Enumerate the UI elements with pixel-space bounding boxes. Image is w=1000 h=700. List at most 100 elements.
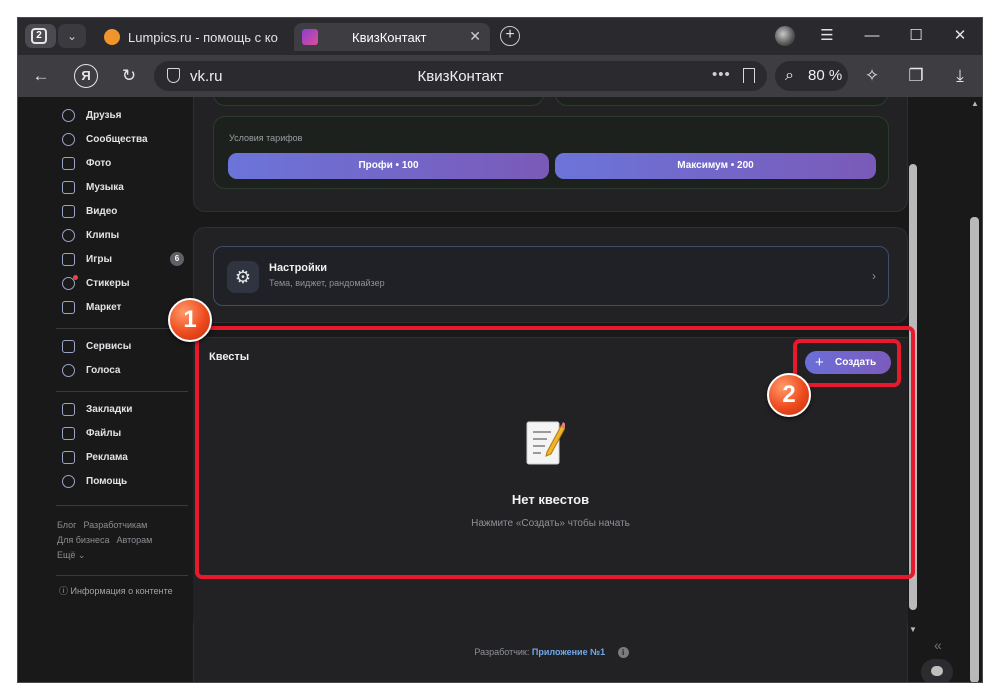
tab-kvizkontakt[interactable]: КвизКонтакт ✕ bbox=[294, 23, 490, 51]
developer-prefix: Разработчик: bbox=[474, 647, 530, 657]
maximize-icon[interactable]: ☐ bbox=[904, 24, 928, 48]
tariff-pro-button[interactable]: Профи • 100 bbox=[228, 153, 549, 179]
collapse-arrows-icon[interactable]: « bbox=[934, 637, 942, 653]
sidebar-item-label: Сообщества bbox=[86, 134, 148, 145]
sidebar-footer-links: Блог Разработчикам Для бизнеса Авторам Ещё… bbox=[57, 518, 193, 563]
sidebar-item-friends[interactable]: Друзья bbox=[62, 107, 192, 127]
browser-toolbar: ← Я ↻ vk.ru КвизКонтакт ••• ⌕ 80 % ✧ ❐ ⤓ bbox=[18, 55, 982, 97]
settings-card: ⚙ Настройки Тема, виджет, рандомайзер › bbox=[193, 227, 908, 323]
tab-count: 2 bbox=[31, 28, 47, 44]
zoom-magnifier-icon: ⌕ bbox=[785, 67, 794, 84]
footer-link-more[interactable]: Ещё ⌄ bbox=[57, 550, 85, 560]
music-icon bbox=[62, 181, 75, 194]
close-icon[interactable]: ✕ bbox=[948, 24, 972, 48]
sidebar-item-label: Друзья bbox=[86, 110, 122, 121]
sidebar-item-label: Голоса bbox=[86, 365, 121, 376]
sidebar-item-photo[interactable]: Фото bbox=[62, 155, 192, 175]
download-icon[interactable]: ⤓ bbox=[948, 64, 972, 88]
games-count-badge: 6 bbox=[170, 252, 184, 266]
help-icon bbox=[62, 475, 75, 488]
sidebar-item-label: Музыка bbox=[86, 182, 124, 193]
footer-link-authors[interactable]: Авторам bbox=[117, 535, 153, 545]
tab-title: Lumpics.ru - помощь с ко bbox=[128, 30, 278, 45]
footer-link-business[interactable]: Для бизнеса bbox=[57, 535, 110, 545]
content-info-link[interactable]: ⓘ Информация о контенте bbox=[59, 584, 173, 597]
sidebar-item-bookmarks[interactable]: Закладки bbox=[62, 401, 192, 421]
close-tab-icon[interactable]: ✕ bbox=[469, 28, 481, 45]
tab-title: КвизКонтакт bbox=[352, 30, 427, 45]
sidebar-item-files[interactable]: Файлы bbox=[62, 425, 192, 445]
sidebar-item-ads[interactable]: Реклама bbox=[62, 449, 192, 469]
step-marker-1: 1 bbox=[168, 298, 212, 342]
lumpics-favicon-icon bbox=[104, 29, 120, 45]
sidebar-item-label: Закладки bbox=[86, 404, 133, 415]
tariff-max-button[interactable]: Максимум • 200 bbox=[555, 153, 876, 179]
zoom-button[interactable]: ⌕ 80 % bbox=[775, 61, 848, 91]
developer-app-link[interactable]: Приложение №1 bbox=[532, 647, 605, 657]
reload-icon[interactable]: ↻ bbox=[117, 64, 141, 88]
market-icon bbox=[62, 301, 75, 314]
tab-lumpics[interactable]: Lumpics.ru - помощь с ко bbox=[96, 23, 289, 51]
profile-avatar[interactable] bbox=[775, 26, 795, 46]
sidebar-item-votes[interactable]: Голоса bbox=[62, 362, 192, 382]
communities-icon bbox=[62, 133, 75, 146]
sidebar-item-clips[interactable]: Клипы bbox=[62, 227, 192, 247]
tariff-terms-label: Условия тарифов bbox=[229, 133, 303, 143]
sidebar-item-video[interactable]: Видео bbox=[62, 203, 192, 223]
address-bar[interactable]: vk.ru КвизКонтакт ••• bbox=[154, 61, 767, 91]
tariffs-card: Условия тарифов Профи • 100 Максимум • 2… bbox=[193, 97, 908, 212]
sidebar-item-music[interactable]: Музыка bbox=[62, 179, 192, 199]
new-tab-button[interactable]: + bbox=[500, 26, 520, 46]
sidebar-item-services[interactable]: Сервисы bbox=[62, 338, 192, 358]
menu-icon[interactable]: ☰ bbox=[815, 24, 839, 48]
sidebar-item-games[interactable]: Игры 6 bbox=[62, 251, 192, 271]
tariff-terms-box: Условия тарифов Профи • 100 Максимум • 2… bbox=[213, 116, 889, 189]
yandex-icon[interactable]: Я bbox=[74, 64, 98, 88]
tab-strip: 2 ⌄ Lumpics.ru - помощь с ко КвизКонтакт… bbox=[18, 18, 982, 55]
sidebar-item-stickers[interactable]: Стикеры bbox=[62, 275, 192, 295]
page-scrollbar-thumb[interactable] bbox=[970, 217, 979, 682]
zoom-level: 80 % bbox=[808, 67, 843, 84]
sidebar-item-label: Помощь bbox=[86, 476, 128, 487]
sidebar-item-label: Реклама bbox=[86, 452, 128, 463]
chevron-right-icon: › bbox=[872, 269, 876, 283]
photo-icon bbox=[62, 157, 75, 170]
footer-link-developers[interactable]: Разработчикам bbox=[83, 520, 147, 530]
developer-footer: Разработчик: Приложение №1 i bbox=[193, 623, 908, 682]
back-arrow-icon[interactable]: ← bbox=[29, 64, 53, 88]
gear-icon: ⚙ bbox=[227, 261, 259, 293]
sidebar-item-label: Игры bbox=[86, 254, 113, 265]
sidebar-item-label: Файлы bbox=[86, 428, 122, 439]
games-icon bbox=[62, 253, 75, 266]
step-marker-2: 2 bbox=[767, 373, 811, 417]
settings-row[interactable]: ⚙ Настройки Тема, виджет, рандомайзер › bbox=[213, 246, 889, 306]
sidebar-item-label: Фото bbox=[86, 158, 112, 169]
extensions-icon[interactable]: ✧ bbox=[860, 64, 884, 88]
clips-icon bbox=[62, 229, 75, 242]
footer-link-blog[interactable]: Блог bbox=[57, 520, 76, 530]
sidebar-item-label: Стикеры bbox=[86, 278, 130, 289]
tabs-dropdown-button[interactable]: ⌄ bbox=[58, 24, 86, 48]
sidebar-item-communities[interactable]: Сообщества bbox=[62, 131, 192, 151]
more-dots-icon[interactable]: ••• bbox=[712, 66, 731, 83]
left-sidebar: Друзья Сообщества Фото Музыка Видео Клип… bbox=[18, 97, 193, 682]
services-icon bbox=[62, 340, 75, 353]
bookmark-icon[interactable] bbox=[743, 68, 755, 83]
chat-icon[interactable] bbox=[921, 659, 953, 682]
address-page-title: КвизКонтакт bbox=[417, 68, 504, 85]
video-icon bbox=[62, 205, 75, 218]
votes-icon bbox=[62, 364, 75, 377]
sidebar-item-label: Клипы bbox=[86, 230, 120, 241]
sidebar-item-help[interactable]: Помощь bbox=[62, 473, 192, 493]
page-scrollbar[interactable]: ▲ bbox=[968, 97, 982, 682]
collections-icon[interactable]: ❐ bbox=[904, 64, 928, 88]
files-icon bbox=[62, 427, 75, 440]
scroll-down-arrow-icon[interactable]: ▼ bbox=[909, 625, 917, 634]
minimize-icon[interactable]: — bbox=[860, 24, 884, 48]
sidebar-item-label: Маркет bbox=[86, 302, 122, 313]
scroll-up-arrow-icon[interactable]: ▲ bbox=[971, 99, 979, 108]
sidebar-divider bbox=[56, 328, 188, 329]
tab-counter-button[interactable]: 2 bbox=[25, 24, 56, 48]
plan-box bbox=[555, 97, 888, 106]
info-icon[interactable]: i bbox=[617, 647, 629, 658]
